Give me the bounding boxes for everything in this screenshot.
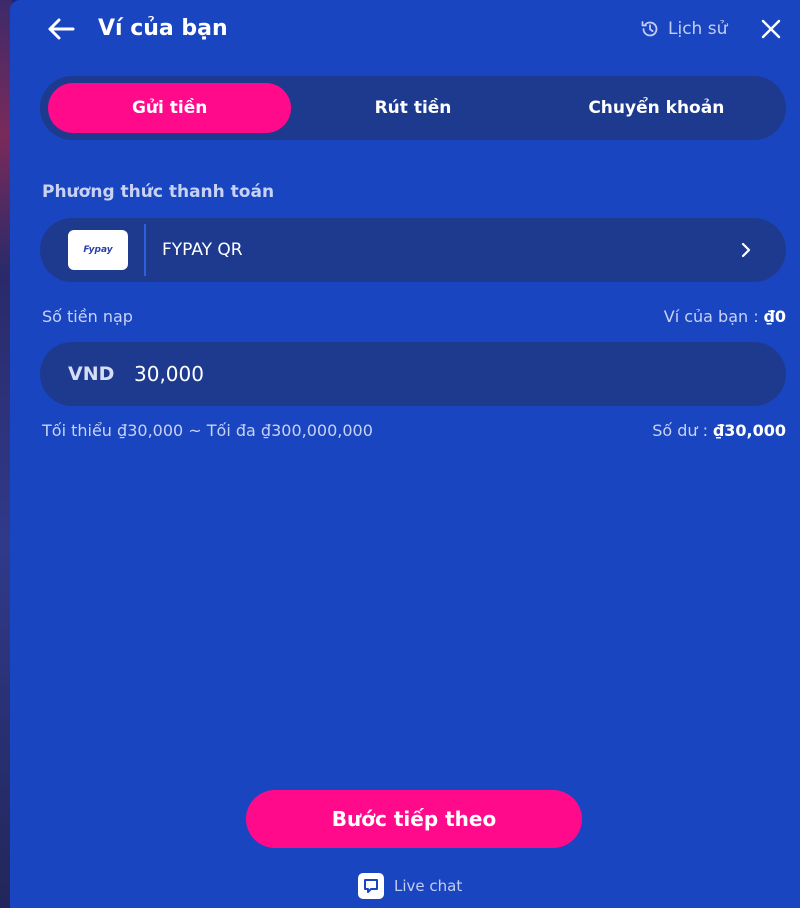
wallet-balance-value: ₫0 — [763, 307, 786, 326]
live-chat-label: Live chat — [394, 877, 463, 895]
payment-method-name: FYPAY QR — [162, 240, 243, 260]
payment-method-selector[interactable]: Fypay FYPAY QR — [40, 218, 786, 282]
history-button[interactable]: Lịch sử — [640, 14, 727, 44]
arrow-left-icon — [48, 18, 75, 40]
fypay-logo: Fypay — [68, 230, 128, 270]
currency-label: VND — [68, 363, 115, 385]
tab-transfer[interactable]: Chuyển khoản — [535, 83, 778, 133]
chat-icon — [358, 873, 384, 899]
back-button[interactable] — [44, 12, 78, 46]
header: Ví của bạn Lịch sử — [10, 0, 800, 58]
wallet-balance-label: Ví của bạn : — [663, 307, 759, 326]
amount-field: VND — [40, 342, 786, 406]
history-icon — [641, 21, 658, 37]
account-balance-value: ₫30,000 — [713, 421, 786, 440]
account-balance: Số dư : ₫30,000 — [480, 421, 786, 440]
live-chat-button[interactable]: Live chat — [358, 872, 462, 900]
chevron-right-icon — [734, 238, 758, 262]
payment-method-label: Phương thức thanh toán — [42, 182, 275, 202]
amount-input[interactable] — [134, 354, 754, 394]
method-divider — [144, 224, 146, 276]
close-button[interactable] — [758, 14, 784, 44]
tab-deposit[interactable]: Gửi tiền — [48, 83, 292, 133]
page-title: Ví của bạn — [98, 16, 228, 41]
close-icon — [761, 19, 781, 39]
amount-limits: Tối thiểu ₫30,000 ~ Tối đa ₫300,000,000 — [42, 421, 373, 440]
next-step-button[interactable]: Bước tiếp theo — [246, 790, 582, 848]
history-label: Lịch sử — [668, 19, 728, 39]
amount-label: Số tiền nạp — [42, 307, 133, 326]
wallet-balance: Ví của bạn : ₫0 — [480, 307, 786, 326]
wallet-panel: Ví của bạn Lịch sử Gửi tiền Rút tiền Chu… — [10, 0, 800, 908]
wallet-tabs: Gửi tiền Rút tiền Chuyển khoản — [40, 76, 786, 140]
fypay-logo-text: Fypay — [83, 245, 113, 255]
tab-withdraw[interactable]: Rút tiền — [291, 83, 534, 133]
account-balance-label: Số dư : — [652, 421, 709, 440]
